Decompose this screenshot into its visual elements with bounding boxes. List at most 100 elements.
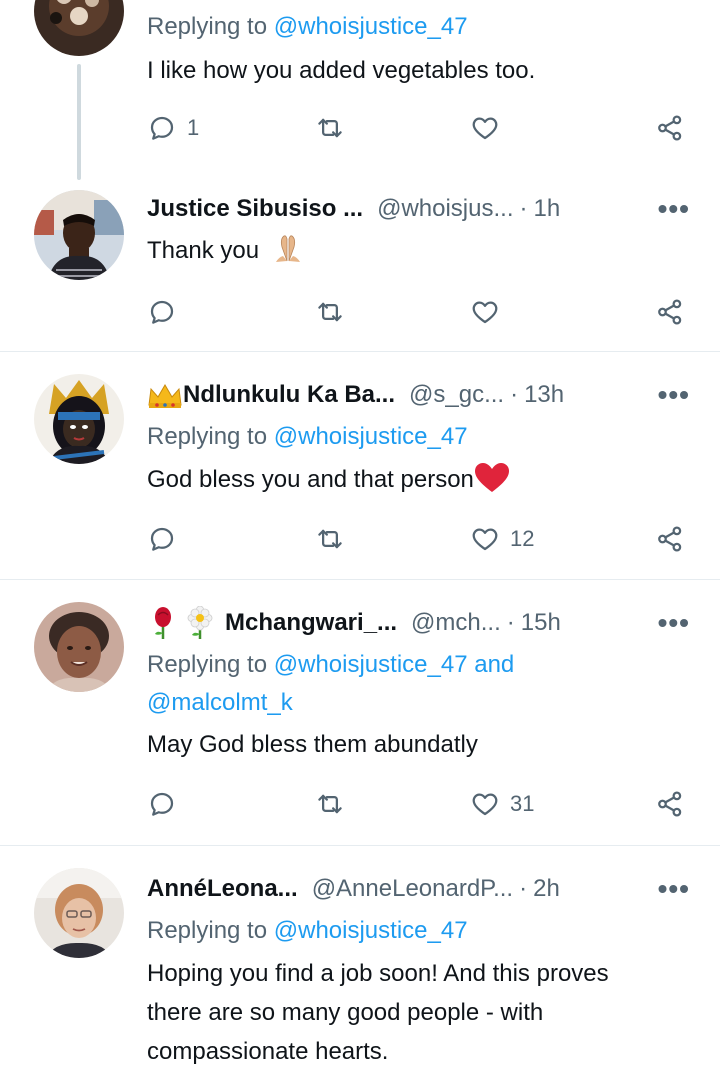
user-handle[interactable]: @whoisjus... bbox=[377, 195, 513, 223]
display-name[interactable]: Ndlunkulu Ka Ba... bbox=[183, 381, 395, 409]
more-icon[interactable]: ••• bbox=[658, 192, 690, 226]
timestamp[interactable]: 15h bbox=[521, 609, 561, 637]
separator-dot: · bbox=[506, 609, 515, 636]
tweet-text-content: May God bless them abundatly bbox=[147, 731, 478, 758]
reply-icon bbox=[147, 113, 177, 143]
tweet-text: May God bless them abundatly bbox=[147, 725, 692, 764]
timestamp[interactable]: 1h bbox=[533, 195, 560, 223]
share-button[interactable] bbox=[655, 108, 685, 148]
tweet-text: God bless you and that person bbox=[147, 460, 692, 499]
retweet-button[interactable] bbox=[315, 519, 345, 559]
replying-and: and bbox=[474, 651, 515, 678]
blossom-emoji bbox=[187, 606, 213, 639]
folded-hands-emoji bbox=[275, 235, 300, 262]
replying-prefix: Replying to bbox=[147, 423, 268, 450]
like-button[interactable] bbox=[470, 108, 500, 148]
more-icon[interactable]: ••• bbox=[658, 606, 690, 640]
tweet-text-line: there are so many good people - with bbox=[147, 999, 544, 1026]
retweet-button[interactable] bbox=[315, 108, 345, 148]
avatar[interactable] bbox=[34, 0, 124, 56]
share-button[interactable] bbox=[655, 784, 685, 824]
replying-to-link[interactable]: @whoisjustice_47 bbox=[274, 651, 468, 678]
replying-to: Replying to @whoisjustice_47 and @malcol… bbox=[147, 646, 690, 722]
share-button[interactable] bbox=[655, 519, 685, 559]
user-handle[interactable]: @AnneLeonardP... bbox=[312, 875, 513, 903]
avatar[interactable] bbox=[34, 602, 124, 692]
heart-icon bbox=[470, 113, 500, 143]
replying-to-link[interactable]: @whoisjustice_47 bbox=[274, 917, 468, 944]
red-heart-emoji bbox=[474, 462, 509, 492]
rose-emoji bbox=[155, 607, 171, 639]
replying-to-link[interactable]: @whoisjustice_47 bbox=[274, 13, 468, 40]
display-name[interactable]: Mchangwari_... bbox=[225, 609, 397, 637]
avatar[interactable] bbox=[34, 868, 124, 958]
retweet-icon bbox=[315, 524, 345, 554]
heart-icon bbox=[470, 297, 500, 327]
retweet-icon bbox=[315, 113, 345, 143]
timestamp[interactable]: 2h bbox=[533, 875, 560, 903]
reply-icon bbox=[147, 297, 177, 327]
timestamp[interactable]: 13h bbox=[524, 381, 564, 409]
heart-icon bbox=[470, 789, 500, 819]
tweet-text-content: God bless you and that person bbox=[147, 466, 474, 493]
like-count: 31 bbox=[510, 791, 535, 816]
replying-to-link-2[interactable]: @malcolmt_k bbox=[147, 689, 293, 716]
user-handle[interactable]: @mch... bbox=[411, 609, 501, 637]
share-icon bbox=[655, 524, 685, 554]
display-name[interactable]: AnnéLeona... bbox=[147, 875, 298, 903]
tweet-header: Ndlunkulu Ka Ba... @s_gc... · 13h ••• bbox=[147, 378, 690, 412]
reply-button[interactable] bbox=[147, 292, 177, 332]
user-handle[interactable]: @s_gc... bbox=[409, 381, 504, 409]
tweet-text-content: I like how you added vegetables too. bbox=[147, 57, 536, 84]
share-icon bbox=[655, 789, 685, 819]
share-button[interactable] bbox=[655, 292, 685, 332]
like-count: 12 bbox=[510, 526, 535, 551]
separator-dot: · bbox=[510, 381, 519, 408]
reply-button[interactable] bbox=[147, 519, 177, 559]
share-icon bbox=[655, 297, 685, 327]
reply-icon bbox=[147, 789, 177, 819]
reply-icon bbox=[147, 524, 177, 554]
tweet-text: Thank you bbox=[147, 231, 692, 270]
avatar[interactable] bbox=[34, 190, 124, 280]
retweet-button[interactable] bbox=[315, 292, 345, 332]
like-button[interactable]: 12 bbox=[470, 519, 534, 559]
tweet-text-line: compassionate hearts. bbox=[147, 1038, 389, 1065]
crown-emoji bbox=[148, 384, 182, 408]
retweet-icon bbox=[315, 789, 345, 819]
tweet-text: Hoping you find a job soon! And this pro… bbox=[147, 954, 692, 1071]
replying-to: Replying to @whoisjustice_47 bbox=[147, 418, 690, 456]
retweet-button[interactable] bbox=[315, 784, 345, 824]
replying-to: Replying to @whoisjustice_47 bbox=[147, 8, 690, 46]
more-icon[interactable]: ••• bbox=[658, 872, 690, 906]
more-icon[interactable]: ••• bbox=[658, 378, 690, 412]
separator-dot: · bbox=[519, 875, 528, 902]
like-button[interactable]: 31 bbox=[470, 784, 534, 824]
tweet-card[interactable]: Justice Sibusiso ... @whoisjus... · 1h •… bbox=[0, 180, 720, 351]
tweet-text-line: Hoping you find a job soon! And this pro… bbox=[147, 960, 609, 987]
replying-to-link[interactable]: @whoisjustice_47 bbox=[274, 423, 468, 450]
tweet-card[interactable]: AnnéLeona... @AnneLeonardP... · 2h ••• R… bbox=[0, 846, 720, 1081]
tweet-actions bbox=[147, 292, 690, 332]
separator-dot: · bbox=[519, 195, 528, 222]
tweet-header: Mchangwari_... @mch... · 15h ••• bbox=[147, 606, 690, 640]
tweet-header: Justice Sibusiso ... @whoisjus... · 1h •… bbox=[147, 192, 690, 226]
tweet-card[interactable]: Ndlunkulu Ka Ba... @s_gc... · 13h ••• Re… bbox=[0, 352, 720, 579]
heart-icon bbox=[470, 524, 500, 554]
tweet-actions: 12 bbox=[147, 519, 690, 559]
reply-button[interactable]: 1 bbox=[147, 108, 199, 148]
like-button[interactable] bbox=[470, 292, 500, 332]
retweet-icon bbox=[315, 297, 345, 327]
tweet-card[interactable]: Mchangwari_... @mch... · 15h ••• Replyin… bbox=[0, 580, 720, 844]
tweet-text-content: Thank you bbox=[147, 237, 260, 264]
display-name[interactable]: Justice Sibusiso ... bbox=[147, 195, 363, 223]
tweet-text: I like how you added vegetables too. bbox=[147, 51, 692, 90]
avatar[interactable] bbox=[34, 374, 124, 464]
reply-button[interactable] bbox=[147, 784, 177, 824]
replying-prefix: Replying to bbox=[147, 13, 268, 40]
replying-prefix: Replying to bbox=[147, 651, 268, 678]
tweet-actions: 1 bbox=[147, 108, 690, 148]
tweet-card[interactable]: Replying to @whoisjustice_47 I like how … bbox=[0, 0, 720, 180]
tweet-actions: 31 bbox=[147, 784, 690, 824]
share-icon bbox=[655, 113, 685, 143]
